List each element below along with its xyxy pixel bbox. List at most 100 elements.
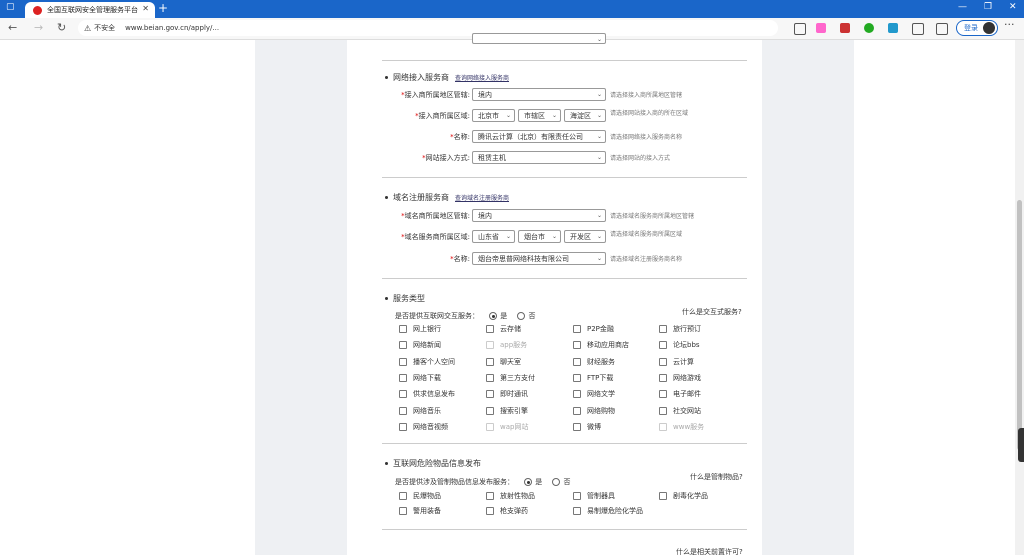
checkbox-item[interactable]: 网络购物 [573, 406, 615, 416]
checkbox-icon[interactable] [399, 390, 407, 399]
checkbox-icon[interactable] [399, 373, 407, 382]
domain-region-select[interactable]: 境内 ⌄ [472, 209, 606, 222]
checkbox-icon[interactable] [399, 325, 407, 333]
checkbox-item[interactable]: 放射性物品 [486, 491, 535, 501]
extension-icon[interactable] [840, 23, 850, 33]
checkbox-icon[interactable] [486, 325, 494, 333]
domain-query-link[interactable]: 查询域名注册服务商 [455, 193, 509, 202]
danger-yes-radio[interactable] [524, 478, 533, 486]
checkbox-item[interactable]: 网络新闻 [399, 340, 441, 350]
domain-district-select[interactable]: 开发区 ⌄ [564, 230, 606, 243]
what-is-interactive-link[interactable]: 什么是交互式服务? [682, 307, 742, 317]
forward-icon[interactable]: → [34, 21, 43, 34]
checkbox-item[interactable]: 剧毒化学品 [659, 491, 708, 501]
checkbox-icon[interactable] [486, 357, 494, 366]
checkbox-icon[interactable] [573, 373, 581, 382]
checkbox-icon[interactable] [659, 325, 667, 333]
checkbox-item[interactable]: 旅行预订 [659, 324, 701, 334]
checkbox-item[interactable]: 枪支弹药 [486, 506, 528, 516]
checkbox-item[interactable]: www服务 [659, 422, 704, 432]
favorites-add-icon[interactable] [794, 23, 806, 35]
split-screen-icon[interactable] [912, 23, 924, 35]
avatar[interactable] [982, 21, 996, 35]
checkbox-icon[interactable] [659, 357, 667, 366]
isp-region-select[interactable]: 境内 ⌄ [472, 88, 606, 101]
checkbox-item[interactable]: 财经服务 [573, 357, 615, 367]
extension-icon[interactable] [888, 23, 898, 33]
checkbox-icon[interactable] [573, 406, 581, 415]
checkbox-item[interactable]: 播客个人空间 [399, 357, 455, 367]
checkbox-item[interactable]: 网络下载 [399, 373, 441, 383]
extension-icon[interactable] [864, 23, 874, 33]
checkbox-item[interactable]: FTP下载 [573, 373, 613, 383]
checkbox-item[interactable]: 网上银行 [399, 324, 441, 334]
checkbox-icon[interactable] [486, 373, 494, 382]
checkbox-item[interactable]: 网络音乐 [399, 406, 441, 416]
checkbox-icon[interactable] [573, 390, 581, 399]
checkbox-item[interactable]: 电子邮件 [659, 389, 701, 399]
checkbox-item[interactable]: 民爆物品 [399, 491, 441, 501]
browser-tab[interactable]: 全国互联网安全管理服务平台 ✕ [25, 2, 155, 18]
checkbox-icon[interactable] [486, 492, 494, 500]
checkbox-item[interactable]: 聊天室 [486, 357, 521, 367]
checkbox-icon[interactable] [486, 406, 494, 415]
checkbox-item[interactable]: 网络音视频 [399, 422, 448, 432]
checkbox-icon[interactable] [399, 341, 407, 350]
isp-district-select[interactable]: 海淀区 ⌄ [564, 109, 606, 122]
checkbox-icon[interactable] [659, 390, 667, 399]
checkbox-icon[interactable] [486, 507, 494, 515]
checkbox-icon[interactable] [573, 357, 581, 366]
domain-city-select[interactable]: 烟台市 ⌄ [518, 230, 561, 243]
refresh-icon[interactable]: ↻ [57, 21, 66, 34]
checkbox-item[interactable]: 微博 [573, 422, 601, 432]
close-tab-icon[interactable]: ✕ [142, 4, 149, 13]
isp-query-link[interactable]: 查询网络接入服务商 [455, 73, 509, 82]
checkbox-item[interactable]: 供求信息发布 [399, 389, 455, 399]
partial-select[interactable]: ⌄ [472, 33, 606, 44]
checkbox-item[interactable]: app服务 [486, 340, 527, 350]
checkbox-icon[interactable] [659, 492, 667, 500]
sidebar-tab[interactable] [1018, 428, 1024, 462]
checkbox-icon[interactable] [573, 325, 581, 333]
what-is-prior-permit-link[interactable]: 什么是相关前置许可? [676, 547, 743, 557]
checkbox-icon[interactable] [399, 406, 407, 415]
checkbox-icon[interactable] [399, 357, 407, 366]
back-icon[interactable]: ← [8, 21, 17, 34]
checkbox-item[interactable]: 云计算 [659, 357, 694, 367]
checkbox-item[interactable]: 警用装备 [399, 506, 441, 516]
checkbox-icon[interactable] [659, 422, 667, 431]
checkbox-icon[interactable] [573, 341, 581, 350]
checkbox-icon[interactable] [659, 373, 667, 382]
checkbox-item[interactable]: 云存储 [486, 324, 521, 334]
checkbox-item[interactable]: 管制器具 [573, 491, 615, 501]
close-window-icon[interactable]: ✕ [1009, 2, 1017, 12]
checkbox-icon[interactable] [399, 422, 407, 431]
checkbox-item[interactable]: 社交网站 [659, 406, 701, 416]
checkbox-icon[interactable] [573, 422, 581, 431]
checkbox-item[interactable]: 移动应用商店 [573, 340, 629, 350]
url-field[interactable]: ⚠ 不安全 www.beian.gov.cn/apply/... [78, 20, 778, 36]
scroll-thumb[interactable] [1017, 200, 1022, 450]
page-scrollbar[interactable] [1015, 40, 1024, 555]
checkbox-item[interactable]: 第三方支付 [486, 373, 535, 383]
checkbox-item[interactable]: 网络文学 [573, 389, 615, 399]
checkbox-icon[interactable] [486, 422, 494, 431]
checkbox-icon[interactable] [573, 507, 581, 515]
isp-name-select[interactable]: 腾讯云计算（北京）有限责任公司 ⌄ [472, 130, 606, 143]
checkbox-item[interactable]: wap网站 [486, 422, 528, 432]
checkbox-item[interactable]: 论坛bbs [659, 340, 700, 350]
checkbox-icon[interactable] [659, 406, 667, 415]
minimize-icon[interactable]: — [958, 2, 967, 12]
checkbox-item[interactable]: 网络游戏 [659, 373, 701, 383]
more-menu-icon[interactable]: ··· [1004, 18, 1015, 31]
isp-city-select[interactable]: 市辖区 ⌄ [518, 109, 561, 122]
isp-access-select[interactable]: 租赁主机 ⌄ [472, 151, 606, 164]
tab-actions-icon[interactable]: ▢ [6, 2, 20, 14]
checkbox-item[interactable]: 易制爆危险化学品 [573, 506, 643, 516]
domain-name-select[interactable]: 烟台帝思普网络科技有限公司 ⌄ [472, 252, 606, 265]
checkbox-icon[interactable] [399, 507, 407, 515]
checkbox-icon[interactable] [573, 492, 581, 500]
checkbox-icon[interactable] [399, 492, 407, 500]
interactive-yes-radio[interactable] [489, 312, 498, 320]
checkbox-item[interactable]: P2P金融 [573, 324, 614, 334]
